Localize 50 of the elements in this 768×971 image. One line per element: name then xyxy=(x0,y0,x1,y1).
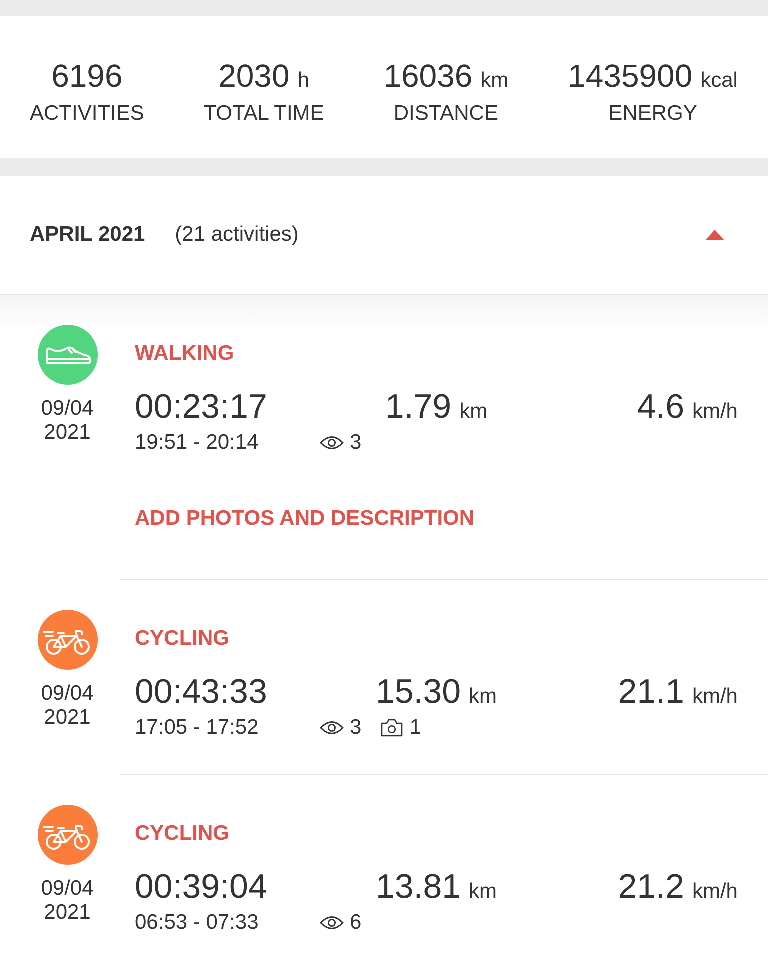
time-range: 17:05 - 17:52 xyxy=(135,715,260,741)
speed-unit: km/h xyxy=(692,400,738,424)
distance-value: 1.79 xyxy=(385,387,452,427)
view-count: 3 xyxy=(350,430,362,456)
duration-value: 00:23:17 xyxy=(135,387,268,427)
distance-unit: km xyxy=(469,685,498,709)
eye-icon xyxy=(320,916,344,930)
activity-type: CYCLING xyxy=(135,626,230,652)
stat-label: ACTIVITIES xyxy=(30,101,144,127)
view-count: 3 xyxy=(350,715,362,741)
distance-value: 13.81 xyxy=(376,867,462,907)
activity-count: (21 activities) xyxy=(175,223,299,247)
speed-unit: km/h xyxy=(692,880,738,904)
add-photos-link[interactable]: ADD PHOTOS AND DESCRIPTION xyxy=(135,506,475,532)
camera-icon xyxy=(380,719,403,737)
stat-label: TOTAL TIME xyxy=(204,101,324,127)
stat-value: 16036 xyxy=(384,57,473,95)
stat-label: ENERGY xyxy=(608,101,698,127)
stat-value: 6196 xyxy=(52,57,123,95)
time-range: 06:53 - 07:33 xyxy=(135,910,260,936)
month-title: APRIL 2021 xyxy=(30,223,146,247)
time-range: 19:51 - 20:14 xyxy=(135,430,260,456)
distance-value: 15.30 xyxy=(376,672,462,712)
activity-date: 09/04 xyxy=(41,397,94,421)
duration-value: 00:39:04 xyxy=(135,867,268,907)
activity-type: WALKING xyxy=(135,341,234,367)
stat-unit: km xyxy=(480,69,509,93)
stat-label: DISTANCE xyxy=(394,101,498,127)
distance-unit: km xyxy=(469,880,498,904)
activity-date: 09/04 xyxy=(41,877,94,901)
speed-value: 4.6 xyxy=(637,387,684,427)
stat-value: 1435900 xyxy=(568,57,693,95)
activity-year: 2021 xyxy=(44,421,91,445)
activity-type: CYCLING xyxy=(135,821,230,847)
activity-date: 09/04 xyxy=(41,682,94,706)
stat-unit: kcal xyxy=(700,69,738,93)
activity-year: 2021 xyxy=(44,901,91,925)
stat-value: 2030 xyxy=(218,57,290,95)
distance-unit: km xyxy=(460,400,488,424)
speed-value: 21.1 xyxy=(618,672,684,712)
activity-year: 2021 xyxy=(44,706,91,730)
speed-unit: km/h xyxy=(692,685,738,709)
photo-count: 1 xyxy=(410,715,422,741)
stat-unit: h xyxy=(298,69,310,93)
caret-icon[interactable] xyxy=(706,230,724,240)
eye-icon xyxy=(320,721,344,735)
eye-icon xyxy=(320,436,344,450)
speed-value: 21.2 xyxy=(618,867,684,907)
view-count: 6 xyxy=(350,910,362,936)
duration-value: 00:43:33 xyxy=(135,672,268,712)
